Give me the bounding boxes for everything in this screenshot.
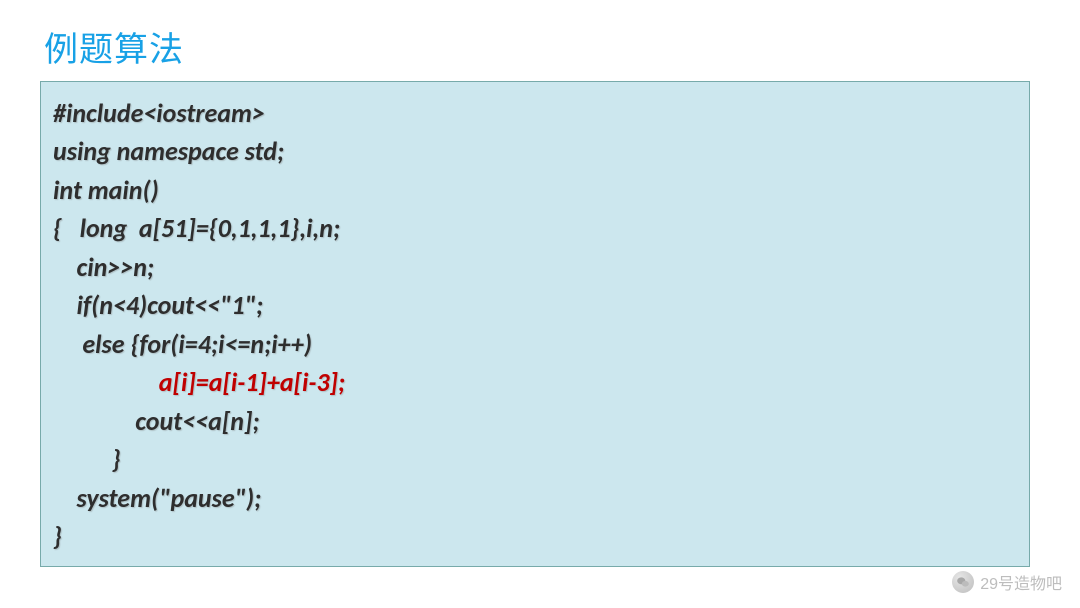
code-line: cout<<a[n]; xyxy=(53,402,1017,440)
wechat-icon xyxy=(952,571,974,593)
code-line: cin>>n; xyxy=(53,248,1017,286)
code-line: using namespace std; xyxy=(53,132,1017,170)
code-line: } xyxy=(53,517,1017,555)
code-block: #include<iostream> using namespace std; … xyxy=(40,81,1030,567)
watermark-text: 29号造物吧 xyxy=(980,570,1062,594)
code-line: system("pause"); xyxy=(53,479,1017,517)
watermark: 29号造物吧 xyxy=(952,570,1062,594)
slide: 例题算法 #include<iostream> using namespace … xyxy=(0,0,1080,608)
code-line: { long a[51]={0,1,1,1},i,n; xyxy=(53,209,1017,247)
slide-title: 例题算法 xyxy=(44,22,1040,71)
code-line-highlight: a[i]=a[i-1]+a[i-3]; xyxy=(53,363,1017,401)
code-line: } xyxy=(53,440,1017,478)
code-line: else {for(i=4;i<=n;i++) xyxy=(53,325,1017,363)
code-line: if(n<4)cout<<"1"; xyxy=(53,286,1017,324)
code-line: int main() xyxy=(53,171,1017,209)
code-line: #include<iostream> xyxy=(53,94,1017,132)
